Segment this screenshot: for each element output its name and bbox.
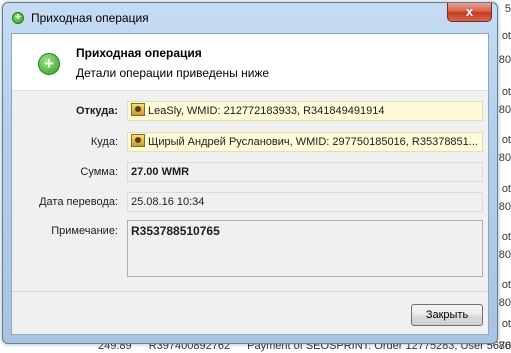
- header-title: Приходная операция: [76, 46, 202, 60]
- date-field[interactable]: 25.08.16 10:34: [127, 192, 483, 212]
- amount-field[interactable]: 27.00 WMR: [127, 162, 483, 182]
- certificate-icon: [131, 134, 145, 147]
- from-value: LeaSly, WMID: 212772183933, R34184949191…: [148, 105, 385, 117]
- title-bar[interactable]: + Приходная операция x: [3, 3, 497, 32]
- background-fragment: 80: [498, 54, 511, 66]
- dialog-header: + Приходная операция Детали операции при…: [12, 34, 488, 91]
- background-fragment: 80: [498, 297, 511, 309]
- background-fragment: ot: [501, 30, 511, 42]
- background-fragment: 80: [498, 201, 511, 213]
- from-field[interactable]: LeaSly, WMID: 212772183933, R34184949191…: [127, 101, 483, 121]
- footer-divider: [12, 291, 488, 292]
- window-close-button[interactable]: x: [447, 3, 492, 22]
- to-label: Куда:: [90, 136, 118, 148]
- note-field[interactable]: R353788510765: [127, 220, 483, 277]
- transaction-dialog: + Приходная операция x + Приходная опера…: [2, 2, 498, 344]
- background-fragment: 80: [498, 152, 511, 164]
- amount-label: Сумма:: [80, 166, 118, 178]
- wallet-icon: [131, 103, 145, 116]
- background-fragment: ot: [501, 134, 511, 146]
- date-label: Дата перевода:: [39, 196, 118, 208]
- window-title: Приходная операция: [31, 11, 149, 25]
- dialog-content: + Приходная операция Детали операции при…: [11, 33, 489, 335]
- background-fragment: ot: [501, 231, 511, 243]
- background-fragment: 80: [498, 249, 511, 261]
- background-fragment: 5: [504, 3, 511, 15]
- background-fragment: ot: [501, 183, 511, 195]
- background-fragment: ot: [501, 318, 511, 330]
- to-field[interactable]: Щирый Андрей Русланович, WMID: 297750185…: [127, 132, 483, 152]
- close-button[interactable]: Закрыть: [411, 304, 483, 326]
- from-label: Откуда:: [75, 105, 118, 117]
- add-icon: +: [12, 12, 24, 24]
- background-fragment: ot: [501, 86, 511, 98]
- background-fragment: 80: [498, 104, 511, 116]
- note-label: Примечание:: [51, 225, 118, 237]
- background-fragment: ot: [501, 279, 511, 291]
- add-circle-icon: +: [38, 53, 60, 75]
- to-value: Щирый Андрей Русланович, WMID: 297750185…: [148, 136, 478, 148]
- header-subtitle: Детали операции приведены ниже: [76, 66, 270, 80]
